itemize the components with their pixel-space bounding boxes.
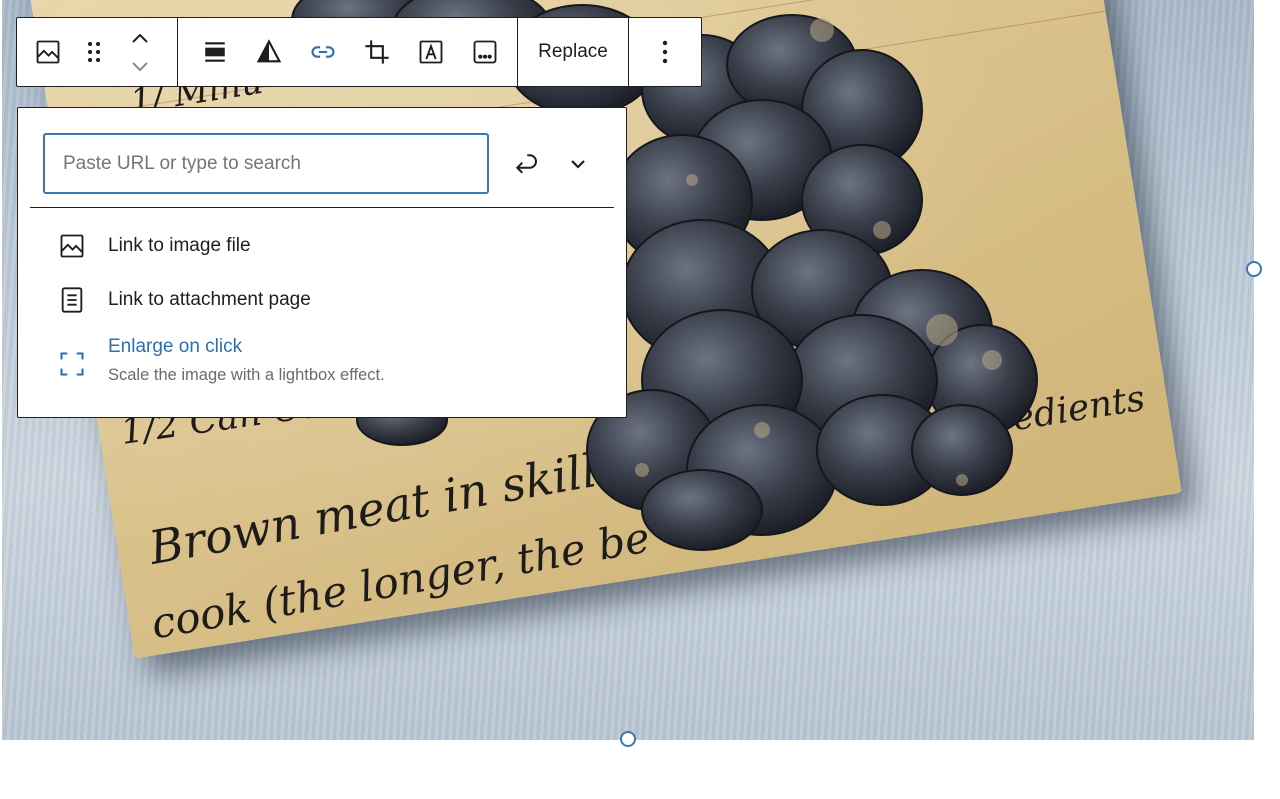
enlarge-on-click-option[interactable]: Enlarge on click Scale the image with a … <box>56 336 606 385</box>
resize-handle-right[interactable] <box>1246 261 1262 277</box>
toolbar-group-tools <box>178 18 518 86</box>
replace-button[interactable]: Replace <box>518 18 628 86</box>
option-label: Link to image file <box>108 235 251 256</box>
page-icon <box>56 284 88 316</box>
link-to-image-file-option[interactable]: Link to image file <box>56 230 606 262</box>
crop-button[interactable] <box>350 18 404 86</box>
option-label: Enlarge on click <box>108 336 243 357</box>
link-popover: Link to image file Link to attachment pa… <box>17 107 627 418</box>
popover-divider <box>30 207 614 208</box>
text-overlay-button[interactable] <box>404 18 458 86</box>
chevron-down-icon <box>571 160 585 169</box>
chevron-down-icon <box>132 62 148 72</box>
move-up-button[interactable] <box>117 24 163 52</box>
return-arrow-icon <box>515 154 537 174</box>
block-toolbar: Replace <box>16 17 702 87</box>
duotone-filter-icon <box>257 39 282 63</box>
option-text: Enlarge on click Scale the image with a … <box>108 336 385 385</box>
toolbar-group-more <box>629 18 701 86</box>
image-icon <box>56 230 88 262</box>
url-search-input[interactable] <box>43 133 489 194</box>
link-to-attachment-page-option[interactable]: Link to attachment page <box>56 284 606 316</box>
caption-icon <box>473 40 497 64</box>
block-mover <box>117 18 163 86</box>
drag-handle-button[interactable] <box>71 18 117 86</box>
toolbar-group-block <box>17 18 179 86</box>
align-none-icon <box>205 42 226 62</box>
chevron-up-icon <box>132 33 148 43</box>
align-button[interactable] <box>188 18 242 86</box>
option-label: Link to attachment page <box>108 289 311 310</box>
option-description: Scale the image with a lightbox effect. <box>108 366 385 384</box>
image-icon <box>36 40 60 64</box>
link-button[interactable] <box>296 18 350 86</box>
fullscreen-icon <box>56 348 88 380</box>
link-settings-toggle[interactable] <box>558 142 598 186</box>
resize-handle-bottom[interactable] <box>620 731 636 747</box>
link-icon <box>311 46 335 58</box>
more-options-button[interactable] <box>629 18 701 86</box>
crop-icon <box>365 40 390 64</box>
toolbar-group-replace: Replace <box>518 18 629 86</box>
drag-handle-icon <box>88 42 100 62</box>
submit-link-button[interactable] <box>506 142 546 186</box>
more-vertical-icon <box>662 40 668 64</box>
caption-button[interactable] <box>458 18 512 86</box>
duotone-button[interactable] <box>242 18 296 86</box>
move-down-button[interactable] <box>117 52 163 80</box>
text-overlay-icon <box>419 40 443 64</box>
image-block-button[interactable] <box>25 18 71 86</box>
